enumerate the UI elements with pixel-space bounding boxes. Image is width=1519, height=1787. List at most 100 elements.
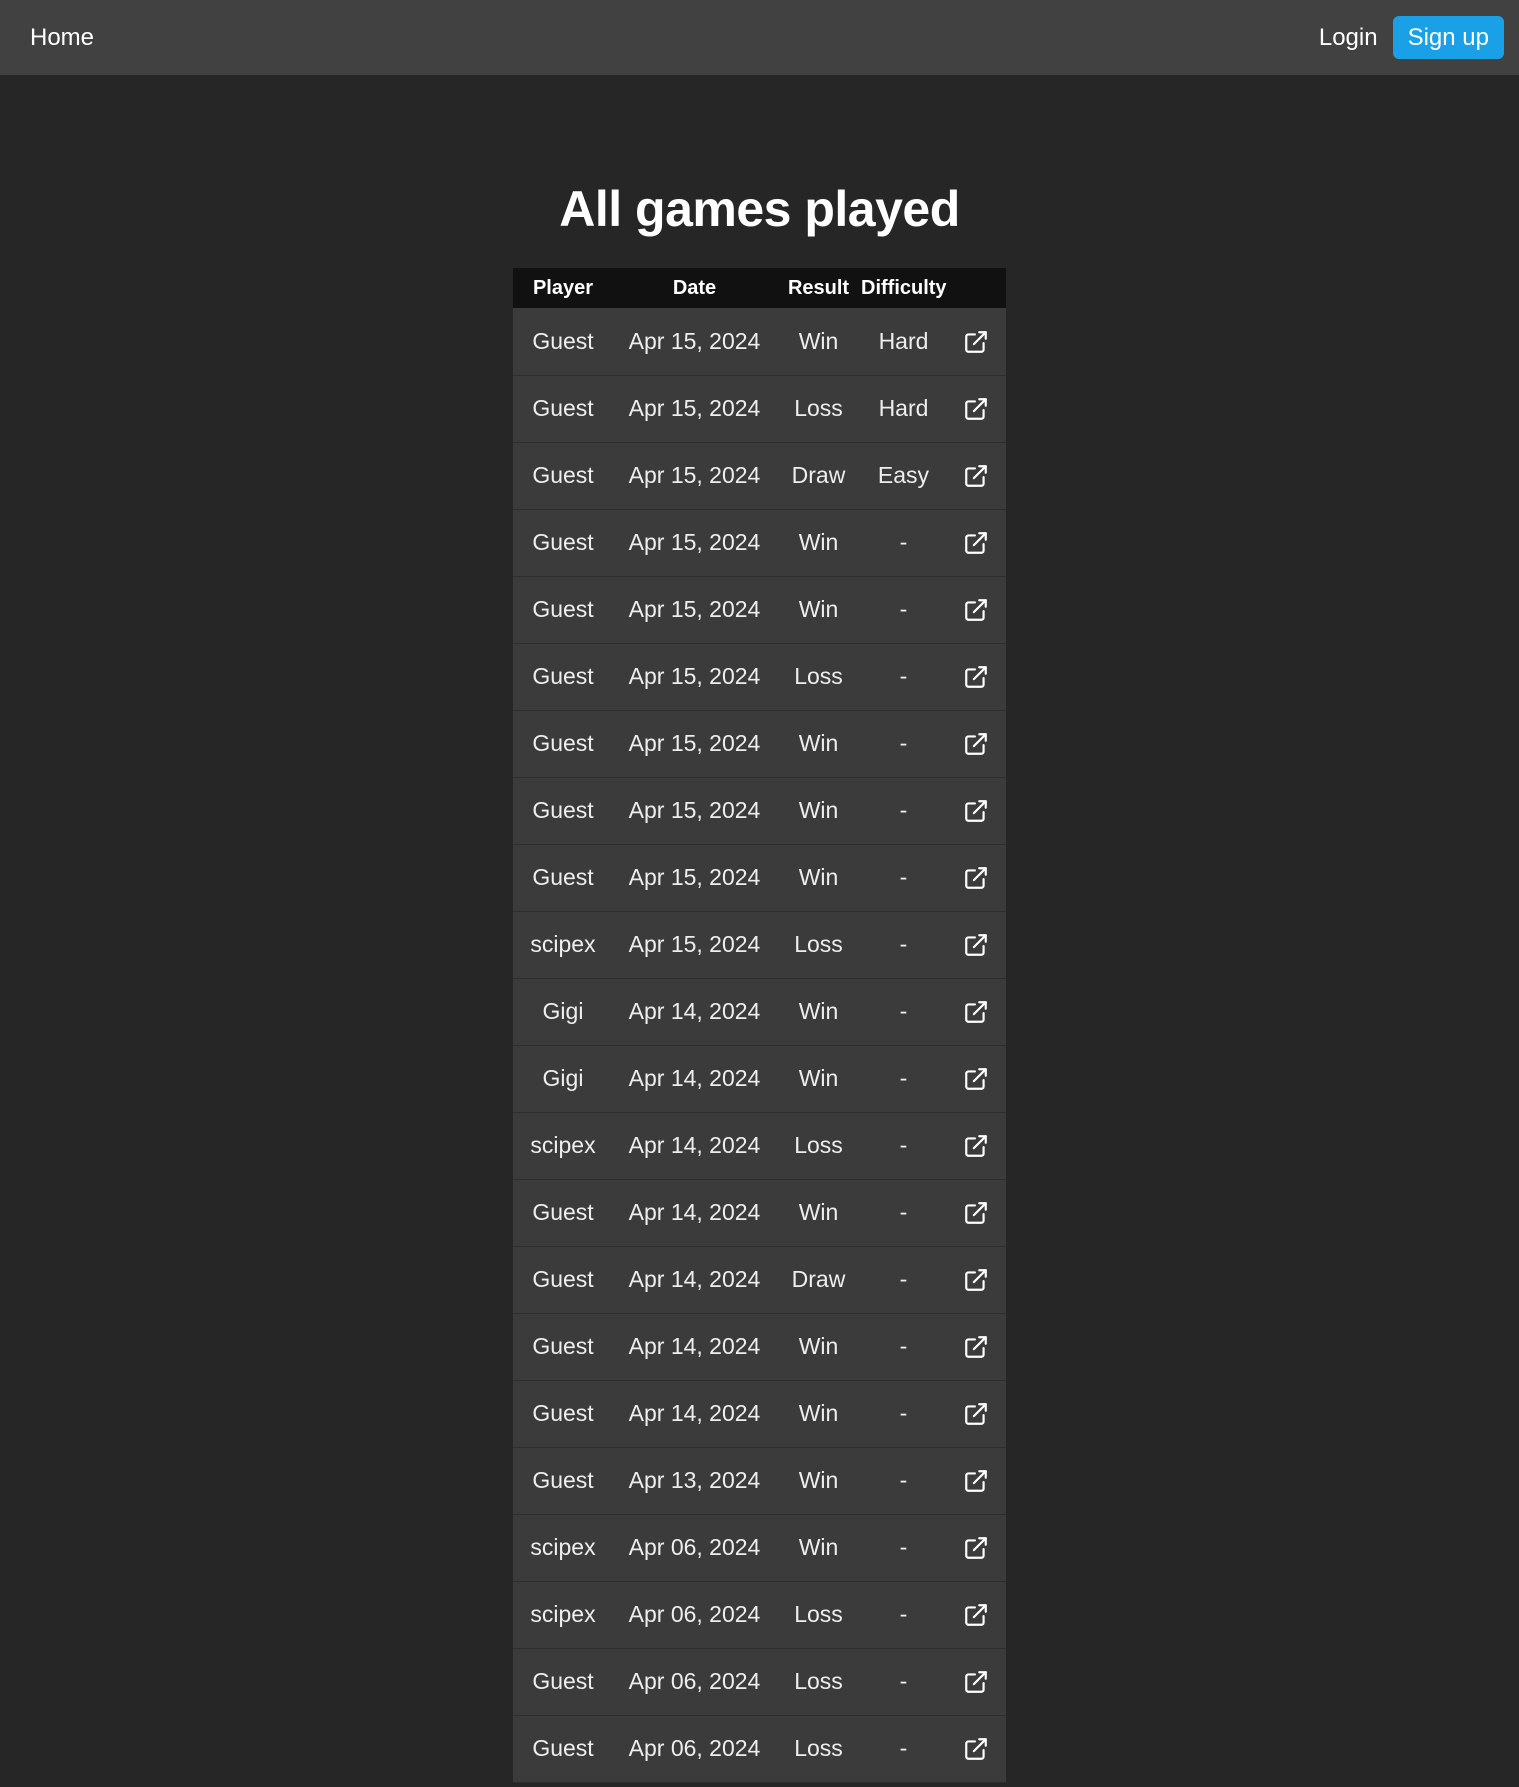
table-row: Guest Apr 14, 2024 Win - — [513, 1313, 1006, 1380]
table-row: Guest Apr 06, 2024 Loss - — [513, 1648, 1006, 1715]
table-row: Gigi Apr 14, 2024 Win - — [513, 1045, 1006, 1112]
cell-result: Win — [798, 1400, 839, 1426]
cell-player: scipex — [530, 931, 596, 957]
cell-player: Guest — [532, 730, 594, 756]
cell-date: Apr 15, 2024 — [628, 327, 761, 354]
cell-result: Win — [798, 596, 839, 622]
cell-player: Guest — [532, 1266, 594, 1292]
external-link-icon[interactable] — [963, 1334, 989, 1360]
cell-player: Guest — [532, 395, 594, 421]
cell-date: Apr 14, 2024 — [628, 1132, 761, 1158]
cell-difficulty: - — [899, 1266, 908, 1292]
cell-link — [946, 1514, 1006, 1581]
cell-date: Apr 15, 2024 — [628, 529, 761, 555]
cell-difficulty: - — [899, 1400, 908, 1426]
cell-player: Guest — [532, 1467, 594, 1493]
cell-player: scipex — [530, 1601, 596, 1627]
external-link-icon[interactable] — [963, 1066, 989, 1092]
cell-difficulty: - — [899, 797, 908, 823]
external-link-icon[interactable] — [963, 597, 989, 623]
cell-result: Win — [798, 864, 839, 890]
cell-result: Win — [798, 1065, 839, 1091]
external-link-icon[interactable] — [963, 1535, 989, 1561]
cell-link — [946, 308, 1006, 375]
cell-date: Apr 06, 2024 — [628, 1668, 761, 1694]
cell-difficulty: - — [899, 1467, 908, 1493]
external-link-icon[interactable] — [963, 329, 989, 355]
cell-date: Apr 14, 2024 — [628, 1266, 761, 1292]
cell-link — [946, 911, 1006, 978]
cell-difficulty: - — [899, 1534, 908, 1560]
cell-link — [946, 1380, 1006, 1447]
external-link-icon[interactable] — [963, 1401, 989, 1427]
table-row: Guest Apr 15, 2024 Draw Easy — [513, 442, 1006, 509]
cell-difficulty: - — [899, 864, 908, 890]
cell-link — [946, 844, 1006, 911]
cell-link — [946, 576, 1006, 643]
cell-player: Guest — [532, 663, 594, 689]
table-row: scipex Apr 06, 2024 Loss - — [513, 1581, 1006, 1648]
external-link-icon[interactable] — [963, 731, 989, 757]
table-row: Guest Apr 14, 2024 Win - — [513, 1380, 1006, 1447]
external-link-icon[interactable] — [963, 1602, 989, 1628]
cell-date: Apr 06, 2024 — [628, 1534, 761, 1560]
cell-player: Guest — [532, 1735, 594, 1761]
cell-difficulty: Hard — [878, 395, 929, 421]
cell-difficulty: - — [899, 998, 908, 1024]
external-link-icon[interactable] — [963, 1468, 989, 1494]
external-link-icon[interactable] — [963, 865, 989, 891]
table-body: Guest Apr 15, 2024 Win Hard Guest Apr 15, 202… — [513, 308, 1006, 1782]
header-link — [946, 268, 1006, 308]
cell-difficulty: - — [899, 596, 908, 622]
external-link-icon[interactable] — [963, 396, 989, 422]
cell-date: Apr 15, 2024 — [628, 395, 761, 421]
login-link[interactable]: Login — [1319, 24, 1378, 52]
external-link-icon[interactable] — [963, 1133, 989, 1159]
cell-result: Win — [798, 1467, 839, 1493]
navbar: Home Login Sign up — [0, 0, 1519, 75]
home-link[interactable]: Home — [30, 24, 94, 52]
cell-date: Apr 15, 2024 — [628, 797, 761, 823]
cell-link — [946, 509, 1006, 576]
external-link-icon[interactable] — [963, 798, 989, 824]
cell-date: Apr 06, 2024 — [628, 1735, 761, 1761]
cell-player: Guest — [532, 797, 594, 823]
cell-link — [946, 1179, 1006, 1246]
header-player: Player — [532, 276, 594, 299]
table-row: Guest Apr 15, 2024 Win - — [513, 777, 1006, 844]
external-link-icon[interactable] — [963, 999, 989, 1025]
external-link-icon[interactable] — [963, 1267, 989, 1293]
cell-difficulty: - — [899, 1065, 908, 1091]
external-link-icon[interactable] — [963, 1736, 989, 1762]
page-title: All games played — [559, 181, 960, 237]
external-link-icon[interactable] — [963, 932, 989, 958]
cell-date: Apr 14, 2024 — [628, 1199, 761, 1225]
signup-button[interactable]: Sign up — [1392, 16, 1504, 59]
cell-result: Loss — [794, 663, 843, 689]
cell-result: Loss — [794, 1132, 843, 1158]
external-link-icon[interactable] — [963, 1669, 989, 1695]
cell-link — [946, 1246, 1006, 1313]
cell-player: Guest — [532, 1400, 594, 1426]
cell-link — [946, 1581, 1006, 1648]
external-link-icon[interactable] — [963, 463, 989, 489]
cell-result: Win — [798, 998, 839, 1024]
cell-link — [946, 643, 1006, 710]
cell-date: Apr 14, 2024 — [628, 1400, 761, 1426]
cell-date: Apr 14, 2024 — [628, 1065, 761, 1091]
table-row: Guest Apr 15, 2024 Loss - — [513, 643, 1006, 710]
cell-difficulty: - — [899, 1333, 908, 1359]
cell-link — [946, 375, 1006, 442]
external-link-icon[interactable] — [963, 530, 989, 556]
cell-date: Apr 15, 2024 — [628, 663, 761, 689]
cell-player: Guest — [532, 462, 594, 488]
header-date: Date — [672, 276, 717, 299]
external-link-icon[interactable] — [963, 1200, 989, 1226]
cell-result: Win — [798, 1333, 839, 1359]
external-link-icon[interactable] — [963, 664, 989, 690]
cell-difficulty: Easy — [877, 462, 930, 488]
cell-player: Guest — [532, 864, 594, 890]
cell-player: Guest — [532, 1333, 594, 1359]
cell-player: Guest — [532, 596, 594, 622]
cell-difficulty: - — [899, 1132, 908, 1158]
